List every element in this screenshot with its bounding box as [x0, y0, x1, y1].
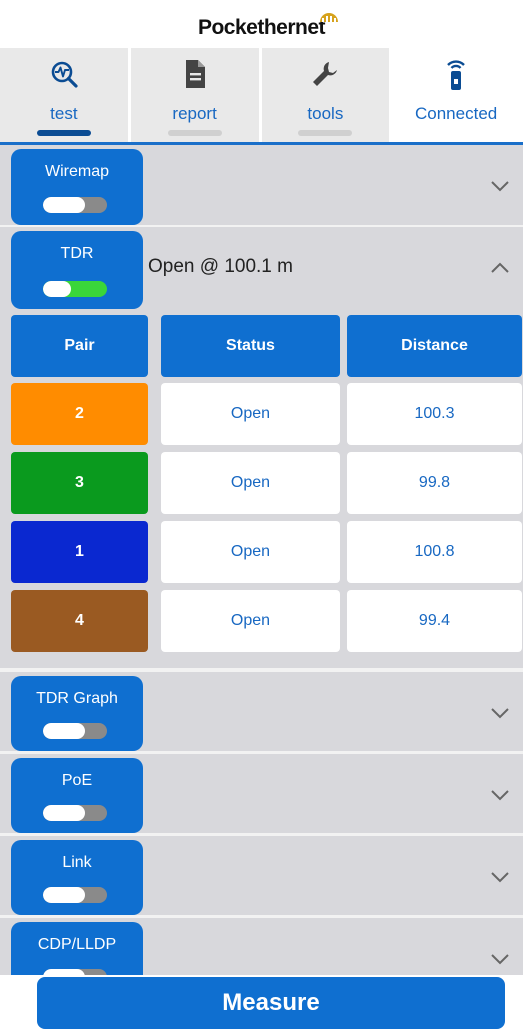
app-header: Pockethernet	[0, 0, 523, 48]
tab-tools-indicator	[298, 130, 353, 136]
tab-test[interactable]: test	[0, 48, 128, 142]
pair-cell: 2	[11, 383, 148, 445]
test-content: Wiremap TDR Open @ 100.1 m Pair Status D…	[0, 145, 523, 975]
section-cdp-lldp-label: CDP/LLDP	[37, 936, 117, 953]
section-poe[interactable]: PoE	[0, 754, 523, 835]
header-status: Status	[161, 315, 340, 377]
section-tdr: TDR Open @ 100.1 m Pair Status Distance …	[0, 227, 523, 670]
section-link-label: Link	[62, 854, 92, 871]
logo-mark-icon	[320, 13, 338, 22]
chevron-up-icon[interactable]	[489, 257, 511, 279]
tdr-graph-toggle[interactable]	[43, 723, 107, 739]
section-link[interactable]: Link	[0, 836, 523, 917]
tab-bar: test report tools Connected	[0, 48, 523, 142]
link-toggle[interactable]	[43, 887, 107, 903]
status-cell: Open	[161, 590, 340, 652]
wrench-icon	[313, 62, 338, 86]
tab-report[interactable]: report	[130, 48, 259, 142]
section-cdp-lldp[interactable]: CDP/LLDP	[0, 918, 523, 975]
tab-tools[interactable]: tools	[261, 48, 390, 142]
header-distance: Distance	[347, 315, 522, 377]
pair-cell: 1	[11, 521, 148, 583]
wiremap-toggle[interactable]	[43, 197, 107, 213]
pulse-search-icon	[51, 61, 78, 88]
app-logo: Pockethernet	[197, 16, 326, 39]
section-tdr-graph-button[interactable]: TDR Graph	[11, 676, 143, 751]
status-cell: Open	[161, 383, 340, 445]
measure-button[interactable]: Measure	[37, 977, 505, 1029]
status-cell: Open	[161, 452, 340, 514]
section-wiremap[interactable]: Wiremap	[0, 145, 523, 227]
tab-test-label: test	[50, 104, 78, 123]
tab-connected[interactable]: Connected	[392, 48, 520, 142]
tab-report-label: report	[172, 104, 217, 123]
tab-tools-label: tools	[307, 104, 344, 123]
distance-cell: 100.8	[347, 521, 522, 583]
distance-cell: 99.4	[347, 590, 522, 652]
tdr-summary: Open @ 100.1 m	[148, 256, 293, 277]
distance-cell: 99.8	[347, 452, 522, 514]
section-tdr-graph-label: TDR Graph	[36, 690, 118, 707]
header-pair: Pair	[11, 315, 148, 377]
tab-connected-label: Connected	[415, 104, 498, 123]
cdp-lldp-toggle[interactable]	[43, 969, 107, 975]
section-tdr-button[interactable]: TDR	[11, 231, 143, 309]
chevron-down-icon[interactable]	[489, 866, 511, 888]
poe-toggle[interactable]	[43, 805, 107, 821]
document-icon	[185, 60, 205, 88]
pair-cell: 3	[11, 452, 148, 514]
tab-test-indicator	[36, 130, 91, 136]
status-cell: Open	[161, 521, 340, 583]
tdr-toggle[interactable]	[43, 281, 107, 297]
chevron-down-icon[interactable]	[489, 175, 511, 197]
section-poe-label: PoE	[61, 772, 93, 789]
pair-cell: 4	[11, 590, 148, 652]
section-wiremap-button[interactable]: Wiremap	[11, 149, 143, 225]
section-cdp-lldp-button[interactable]: CDP/LLDP	[11, 922, 143, 975]
section-tdr-graph[interactable]: TDR Graph	[0, 672, 523, 753]
chevron-down-icon[interactable]	[489, 784, 511, 806]
chevron-down-icon[interactable]	[489, 702, 511, 724]
distance-cell: 100.3	[347, 383, 522, 445]
section-wiremap-label: Wiremap	[44, 163, 109, 180]
section-tdr-label: TDR	[60, 245, 94, 262]
tab-report-indicator	[167, 130, 222, 136]
device-wireless-icon	[447, 60, 465, 90]
chevron-down-icon[interactable]	[489, 948, 511, 970]
section-poe-button[interactable]: PoE	[11, 758, 143, 833]
section-link-button[interactable]: Link	[11, 840, 143, 915]
